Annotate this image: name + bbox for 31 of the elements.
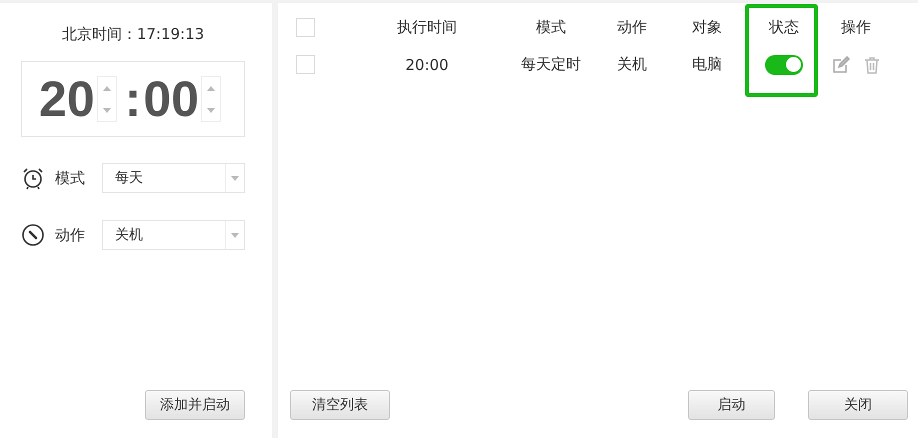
table-cell: 关机 xyxy=(617,55,647,74)
minute-value: 00 xyxy=(143,74,199,124)
table-cell: 电脑 xyxy=(692,55,722,74)
column-header: 状态 xyxy=(769,18,799,37)
time-picker[interactable]: 20 :00 xyxy=(21,61,245,137)
column-header: 执行时间 xyxy=(397,18,457,37)
column-header: 操作 xyxy=(841,18,871,37)
column-header: 动作 xyxy=(617,18,647,37)
dropdown[interactable]: 每天 xyxy=(102,163,245,193)
add-and-start-button[interactable]: 添加并启动 xyxy=(145,390,245,420)
checkbox[interactable] xyxy=(296,55,315,74)
time-separator: : xyxy=(124,74,142,124)
hour-spinner[interactable] xyxy=(96,76,117,122)
table-cell: 20:00 xyxy=(405,56,449,74)
column-header: 对象 xyxy=(692,18,722,37)
clock-label: 北京时间：17:19:13 xyxy=(60,25,206,44)
table-cell: 每天定时 xyxy=(521,55,581,74)
hour-value: 20 xyxy=(39,74,95,124)
field-label: 动作 xyxy=(55,226,86,244)
start-button[interactable]: 启动 xyxy=(688,390,775,420)
trash-icon[interactable] xyxy=(864,56,880,74)
toggle-switch[interactable] xyxy=(765,54,803,74)
field-label: 模式 xyxy=(55,168,86,188)
minute-spinner[interactable] xyxy=(200,76,221,122)
column-header: 模式 xyxy=(536,18,566,37)
edit-icon[interactable] xyxy=(832,56,850,74)
alarm-clock-icon xyxy=(21,166,45,190)
clear-list-button[interactable]: 清空列表 xyxy=(290,390,390,420)
dropdown[interactable]: 关机 xyxy=(102,220,245,250)
close-button[interactable]: 关闭 xyxy=(808,390,908,420)
checkbox[interactable] xyxy=(296,18,315,37)
